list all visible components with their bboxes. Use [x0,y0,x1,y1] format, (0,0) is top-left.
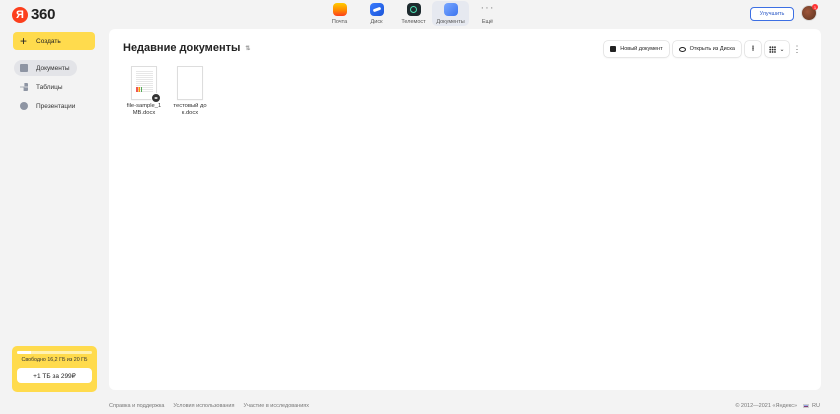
storage-widget: Свободно 16,2 ГБ из 20 ГБ +1 ТБ за 299₽ [12,346,97,392]
file-item[interactable]: ⚭ file-sample_1MB.docx [126,66,162,117]
file-thumbnail [177,66,203,100]
new-document-icon [610,46,617,52]
copyright-text: © 2012—2021 «Яндекс» [735,403,798,409]
disk-open-icon [678,46,686,52]
new-document-label: Новый документ [620,46,663,52]
footer-links: Справка и поддержка Условия использовани… [109,403,309,409]
storage-progress-bar [17,351,92,354]
upload-button[interactable]: ⭱ [745,41,761,57]
yandex-360-logo[interactable]: Я 360 [12,6,55,23]
mail-icon [332,3,347,16]
toolbar: Новый документ Открыть из Диска ⭱ ⌄ ⋮ [604,41,802,57]
sidebar-item-label: Таблицы [36,83,63,91]
telemost-icon [406,3,421,16]
upload-icon: ⭱ [751,44,755,53]
storage-progress-fill [17,351,32,354]
page-title: Недавние документы ⇅ [123,42,250,54]
file-thumbnail: ⚭ [131,66,161,103]
upgrade-button[interactable]: Улучшить [750,7,794,21]
app-documents[interactable]: Документы [432,1,469,26]
footer-link-terms[interactable]: Условия использования [173,403,234,409]
chevron-down-icon: ⌄ [779,46,785,53]
documents-icon [443,3,458,16]
sidebar-nav: Документы Таблицы Презентации [14,60,98,117]
footer-right: © 2012—2021 «Яндекс» RU [735,403,820,409]
app-disk[interactable]: Диск [358,1,395,26]
table-icon [20,83,28,91]
document-icon [20,64,28,72]
plus-icon: + [20,34,28,48]
create-button-label: Создать [36,37,61,45]
document-preview-chart [136,87,142,92]
file-grid: ⚭ file-sample_1MB.docx тестовый док.docx [126,66,208,117]
more-icon: ··· [480,2,495,14]
sidebar-item-documents[interactable]: Документы [14,60,77,76]
yandex-logo-icon: Я [12,6,28,23]
logo-text: 360 [31,6,56,23]
notification-badge: 1 [812,4,818,10]
storage-free-text: Свободно 16,2 ГБ из 20 ГБ [21,357,88,363]
app-telemost-label: Телемост [401,19,426,25]
disk-icon [369,3,384,16]
app-mail[interactable]: Почта [321,1,358,26]
new-document-button[interactable]: Новый документ [604,41,669,57]
more-options-button[interactable]: ⋮ [792,41,802,57]
grid-view-icon [769,45,777,53]
app-disk-label: Диск [370,19,383,25]
main-panel: Недавние документы ⇅ Новый документ Откр… [109,29,821,390]
page-title-text: Недавние документы [123,42,241,54]
sidebar-item-label: Документы [36,64,70,72]
open-from-disk-label: Открыть из Диска [689,46,735,52]
link-icon: ⚭ [151,93,161,103]
file-item[interactable]: тестовый док.docx [172,66,208,117]
app-more[interactable]: ··· Ещё [469,1,506,26]
app-more-label: Ещё [481,19,494,25]
presentation-icon [20,102,28,110]
flag-icon [803,404,810,408]
view-mode-button[interactable]: ⌄ [765,41,789,57]
app-documents-label: Документы [436,19,465,25]
apps-switcher: Почта Диск Телемост Документы ··· Ещё [321,1,506,26]
sort-icon[interactable]: ⇅ [245,45,250,52]
sidebar-item-spreadsheets[interactable]: Таблицы [14,79,77,95]
language-label: RU [812,403,820,409]
buy-storage-button[interactable]: +1 ТБ за 299₽ [17,368,92,383]
app-mail-label: Почта [331,19,348,25]
sidebar-item-presentations[interactable]: Презентации [14,98,77,114]
footer-link-help[interactable]: Справка и поддержка [109,403,164,409]
footer-link-research[interactable]: Участие в исследованиях [243,403,309,409]
open-from-disk-button[interactable]: Открыть из Диска [672,41,741,57]
app-telemost[interactable]: Телемост [395,1,432,26]
file-name: file-sample_1MB.docx [126,103,162,116]
language-selector[interactable]: RU [803,403,820,409]
sidebar-item-label: Презентации [36,102,76,110]
file-name: тестовый док.docx [173,103,207,116]
kebab-menu-icon: ⋮ [792,43,802,54]
create-button[interactable]: + Создать [13,32,95,50]
